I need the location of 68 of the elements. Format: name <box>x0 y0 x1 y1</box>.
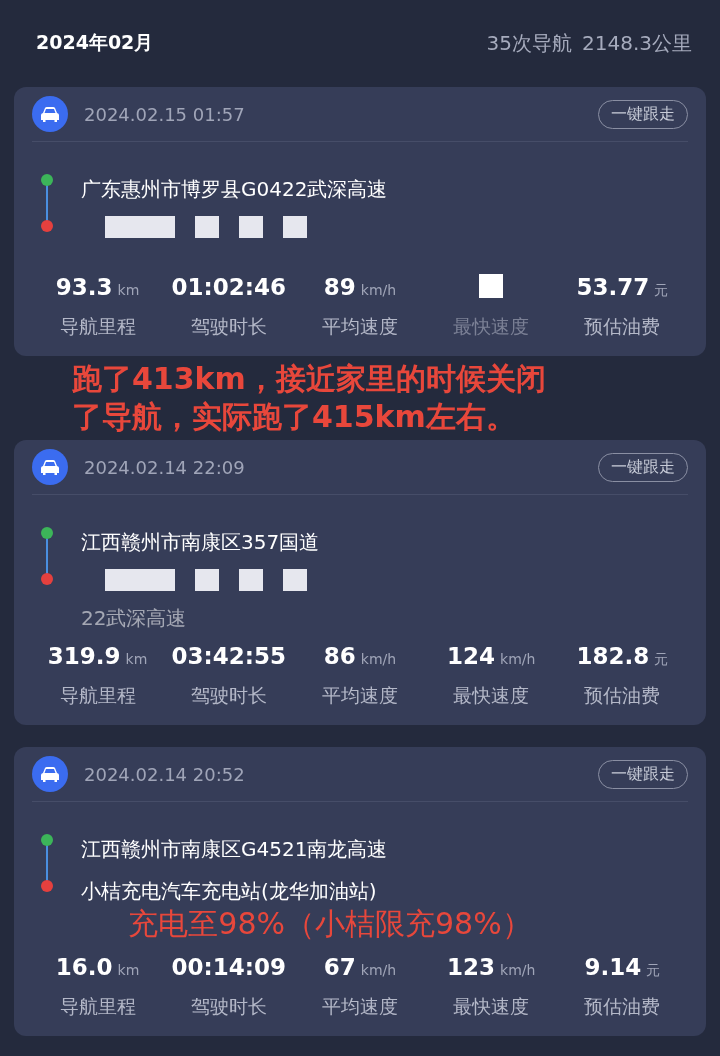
redaction-block <box>239 216 263 238</box>
stat-value: 53.77 <box>576 274 650 300</box>
car-icon <box>32 449 68 485</box>
route-line-drawing <box>41 527 53 587</box>
stat-label: 平均速度 <box>322 314 398 339</box>
trip-datetime: 2024.02.15 01:57 <box>84 103 246 125</box>
stat-value: 124 <box>447 643 496 669</box>
stat-value: 182.8 <box>576 643 650 669</box>
stat-unit: km/h <box>360 282 397 298</box>
stat-label: 最快速度 <box>453 314 530 339</box>
stat-value: 01:02:46 <box>171 274 286 300</box>
stat-unit: 元 <box>646 962 661 980</box>
trip-card[interactable]: 2024.02.15 01:57 一键跟走 广东惠州市博罗县G0422武深高速 93.3 km 导航里程 01:02:46 驾驶时长 89 km/h 平均速度 最快速度 53.77 元 预估油费 <box>14 87 706 356</box>
stat-unit: km <box>117 962 140 978</box>
stat-label: 导航里程 <box>59 314 136 339</box>
stat-unit: 元 <box>654 282 669 300</box>
redaction-block <box>283 569 307 591</box>
stat-label: 驾驶时长 <box>190 683 267 708</box>
redaction-block <box>239 569 263 591</box>
route-line-drawing <box>41 174 53 234</box>
month-title: 2024年02月 <box>36 29 154 55</box>
stat-label: 最快速度 <box>453 683 530 708</box>
stat-label: 预估油费 <box>584 314 661 339</box>
stat-value: 03:42:55 <box>171 643 286 669</box>
redaction-block <box>195 216 219 238</box>
car-icon <box>32 96 68 132</box>
car-icon <box>32 756 68 792</box>
stat-label: 驾驶时长 <box>190 994 267 1019</box>
total-distance: 2148.3公里 <box>582 30 692 57</box>
redaction-block <box>283 216 307 238</box>
stat-label: 平均速度 <box>322 994 398 1019</box>
annotation-text: 跑了413km，接近家里的时候关闭 了导航，实际跑了415km左右。 <box>72 360 547 436</box>
trip-datetime: 2024.02.14 22:09 <box>84 456 246 478</box>
trip-count: 35次导航 <box>486 30 572 57</box>
stat-unit: km/h <box>360 962 397 978</box>
start-location: 江西赣州市南康区G4521南龙高速 <box>81 836 388 863</box>
start-location: 江西赣州市南康区357国道 <box>81 529 320 556</box>
stat-value: 86 <box>323 643 356 669</box>
stat-value: 319.9 <box>47 643 121 669</box>
route-line-drawing <box>41 834 53 894</box>
redaction-block <box>195 569 219 591</box>
stat-label: 预估油费 <box>584 683 661 708</box>
stat-value: 93.3 <box>55 274 113 300</box>
stat-unit: km/h <box>500 651 536 667</box>
stat-value: 89 <box>323 274 356 300</box>
stat-unit: km/h <box>360 651 397 667</box>
stat-value: 16.0 <box>55 954 113 980</box>
stat-label: 导航里程 <box>59 994 136 1019</box>
trip-card[interactable]: 2024.02.14 22:09 一键跟走 江西赣州市南康区357国道 22武深高速 319.9 km 导航里程 03:42:55 驾驶时长 86 km/h 平均速度 124 km/h 最快速度 182.8 元 预估油费 <box>14 440 706 725</box>
annotation-text: 充电至98%（小桔限充98%） <box>127 905 533 943</box>
stat-unit: km <box>117 282 140 298</box>
end-location: 小桔充电汽车充电站(龙华加油站) <box>81 878 378 905</box>
stat-value: 9.14 <box>584 954 642 980</box>
stat-unit: 元 <box>654 651 669 669</box>
stat-unit: km <box>125 651 148 667</box>
stat-label: 驾驶时长 <box>190 314 267 339</box>
stat-label: 导航里程 <box>59 683 136 708</box>
start-location: 广东惠州市博罗县G0422武深高速 <box>81 176 388 203</box>
trip-card[interactable]: 2024.02.14 20:52 一键跟走 江西赣州市南康区G4521南龙高速 小桔充电汽车充电站(龙华加油站) 充电至98%（小桔限充98%） 16.0 km 导航里程 00:14:09 驾驶时长 67 km/h 平均速度 123 km/h 最快速度 9.14 元 预估油费 <box>14 747 706 1036</box>
end-location: 22武深高速 <box>81 605 188 632</box>
stat-label: 平均速度 <box>322 683 398 708</box>
stat-value: 67 <box>323 954 356 980</box>
stat-label: 最快速度 <box>453 994 530 1019</box>
trip-datetime: 2024.02.14 20:52 <box>84 763 246 785</box>
stat-label: 预估油费 <box>584 994 661 1019</box>
stat-value: 00:14:09 <box>171 954 286 980</box>
stat-unit: km/h <box>500 962 536 978</box>
stat-value: 123 <box>447 954 496 980</box>
